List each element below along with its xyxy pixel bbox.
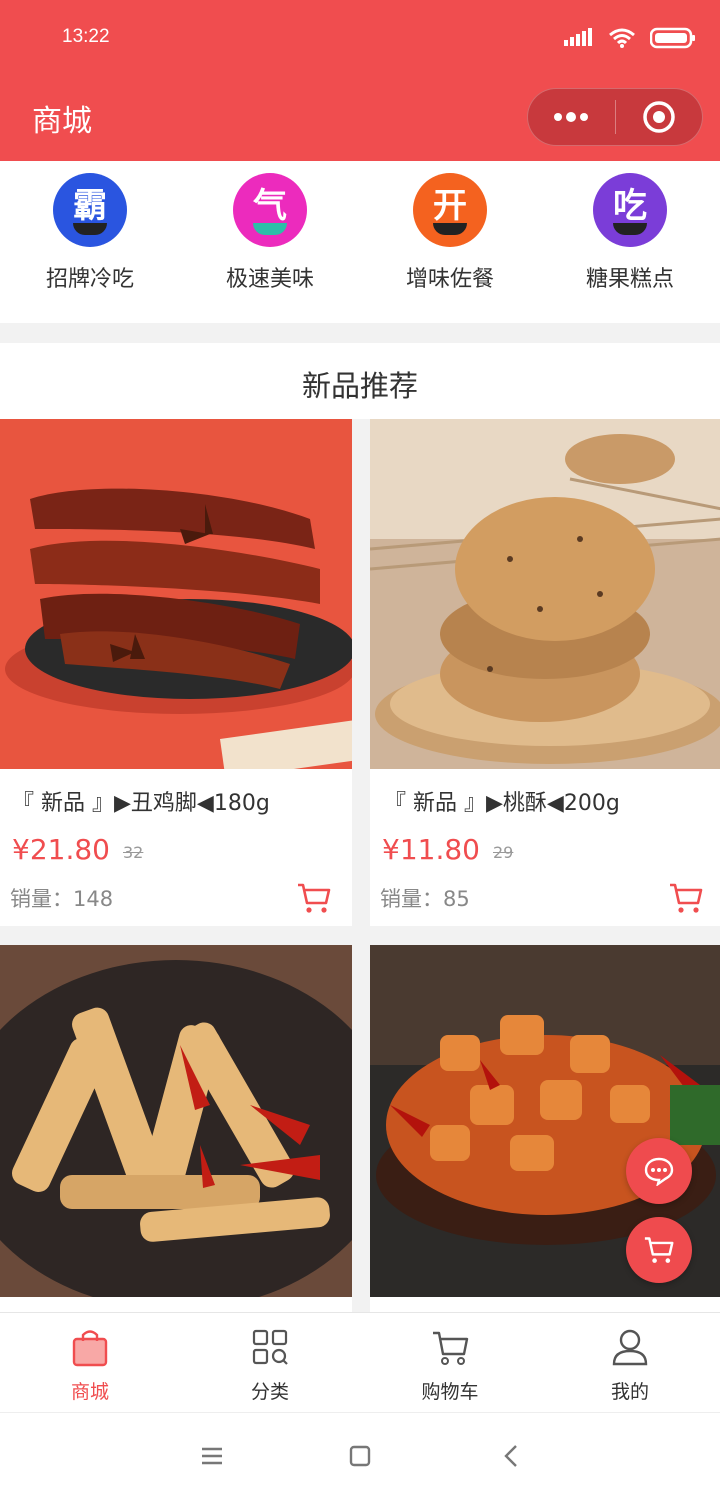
tab-mall[interactable]: 商城 bbox=[0, 1327, 180, 1404]
product-name[interactable]: 『 新品 』▶丑鸡脚◀180g bbox=[12, 785, 270, 817]
product-card-1[interactable]: 『 新品 』▶桃酥◀200g ¥11.80 29 销量：85 bbox=[370, 419, 720, 926]
more-dots-icon bbox=[554, 112, 589, 122]
product-sales: 销量：148 bbox=[10, 887, 114, 911]
user-icon bbox=[612, 1329, 648, 1366]
product-sales: 销量：85 bbox=[380, 887, 470, 911]
mouth-decoration bbox=[253, 223, 287, 235]
category-item-3[interactable]: 吃 糖果糕点 bbox=[540, 173, 720, 293]
menu-icon[interactable] bbox=[197, 1441, 227, 1471]
signal-icon bbox=[564, 28, 592, 46]
product-card-0[interactable]: 『 新品 』▶丑鸡脚◀180g ¥21.80 32 销量：148 bbox=[0, 419, 352, 926]
category-icon: 开 bbox=[413, 173, 487, 247]
mall-page: 13:22 商城 霸 招牌冷吃 气 极速美味 开 增味佐餐 吃 糖果糕点 新品推… bbox=[0, 0, 720, 1498]
tab-mine[interactable]: 我的 bbox=[540, 1327, 720, 1404]
page-title: 商城 bbox=[32, 104, 92, 139]
add-to-cart-icon[interactable] bbox=[668, 881, 704, 915]
category-glyph: 霸 bbox=[73, 186, 107, 226]
tab-category[interactable]: 分类 bbox=[180, 1327, 360, 1404]
category-label: 极速美味 bbox=[225, 267, 314, 292]
wifi-icon bbox=[609, 28, 635, 48]
category-item-2[interactable]: 开 增味佐餐 bbox=[360, 173, 540, 293]
product-price: ¥21.80 bbox=[12, 833, 110, 866]
mouth-decoration bbox=[433, 223, 467, 235]
chat-icon bbox=[644, 1157, 674, 1186]
customer-service-button[interactable] bbox=[626, 1138, 692, 1204]
system-navigation-bar bbox=[0, 1412, 720, 1498]
bottom-tab-bar: 商城 分类 购物车 我的 bbox=[0, 1312, 720, 1412]
cart-icon bbox=[644, 1237, 674, 1263]
bag-icon bbox=[72, 1330, 108, 1367]
product-card-2[interactable] bbox=[0, 945, 352, 1312]
tab-label: 我的 bbox=[610, 1381, 649, 1403]
tab-label: 分类 bbox=[250, 1381, 289, 1403]
product-price: ¥11.80 bbox=[382, 833, 480, 866]
tab-label: 商城 bbox=[70, 1381, 109, 1403]
mouth-decoration bbox=[613, 223, 647, 235]
product-image[interactable] bbox=[370, 419, 720, 769]
category-row: 霸 招牌冷吃 气 极速美味 开 增味佐餐 吃 糖果糕点 bbox=[0, 161, 720, 323]
home-square-icon[interactable] bbox=[345, 1441, 375, 1471]
tab-label: 购物车 bbox=[421, 1381, 479, 1403]
battery-icon bbox=[650, 27, 695, 49]
category-glyph: 气 bbox=[253, 186, 287, 226]
back-icon[interactable] bbox=[497, 1441, 527, 1471]
section-title: 新品推荐 bbox=[301, 369, 418, 403]
mouth-decoration bbox=[73, 223, 107, 235]
close-mini-program-button[interactable] bbox=[616, 89, 703, 145]
product-original-price: 32 bbox=[123, 843, 144, 862]
more-button[interactable] bbox=[528, 89, 615, 145]
product-original-price: 29 bbox=[493, 843, 514, 862]
category-icon: 气 bbox=[233, 173, 307, 247]
category-label: 招牌冷吃 bbox=[45, 267, 134, 292]
cart-icon bbox=[433, 1331, 469, 1365]
category-label: 糖果糕点 bbox=[585, 267, 674, 292]
status-time: 13:22 bbox=[62, 26, 110, 47]
product-image[interactable] bbox=[0, 945, 352, 1297]
floating-cart-button[interactable] bbox=[626, 1217, 692, 1283]
status-icons bbox=[564, 24, 696, 52]
category-label: 增味佐餐 bbox=[405, 267, 494, 292]
target-icon bbox=[643, 101, 675, 133]
section-header: 新品推荐 bbox=[0, 343, 720, 419]
product-image[interactable] bbox=[0, 419, 352, 769]
product-name[interactable]: 『 新品 』▶桃酥◀200g bbox=[384, 785, 620, 817]
category-glyph: 吃 bbox=[613, 186, 647, 226]
mini-program-capsule bbox=[527, 88, 703, 146]
category-item-0[interactable]: 霸 招牌冷吃 bbox=[0, 173, 180, 293]
top-bar: 13:22 商城 bbox=[0, 0, 720, 161]
category-icon: 吃 bbox=[593, 173, 667, 247]
category-item-1[interactable]: 气 极速美味 bbox=[180, 173, 360, 293]
tab-cart[interactable]: 购物车 bbox=[360, 1327, 540, 1404]
add-to-cart-icon[interactable] bbox=[296, 881, 332, 915]
grid-icon bbox=[252, 1329, 288, 1365]
category-icon: 霸 bbox=[53, 173, 127, 247]
category-glyph: 开 bbox=[433, 186, 467, 226]
